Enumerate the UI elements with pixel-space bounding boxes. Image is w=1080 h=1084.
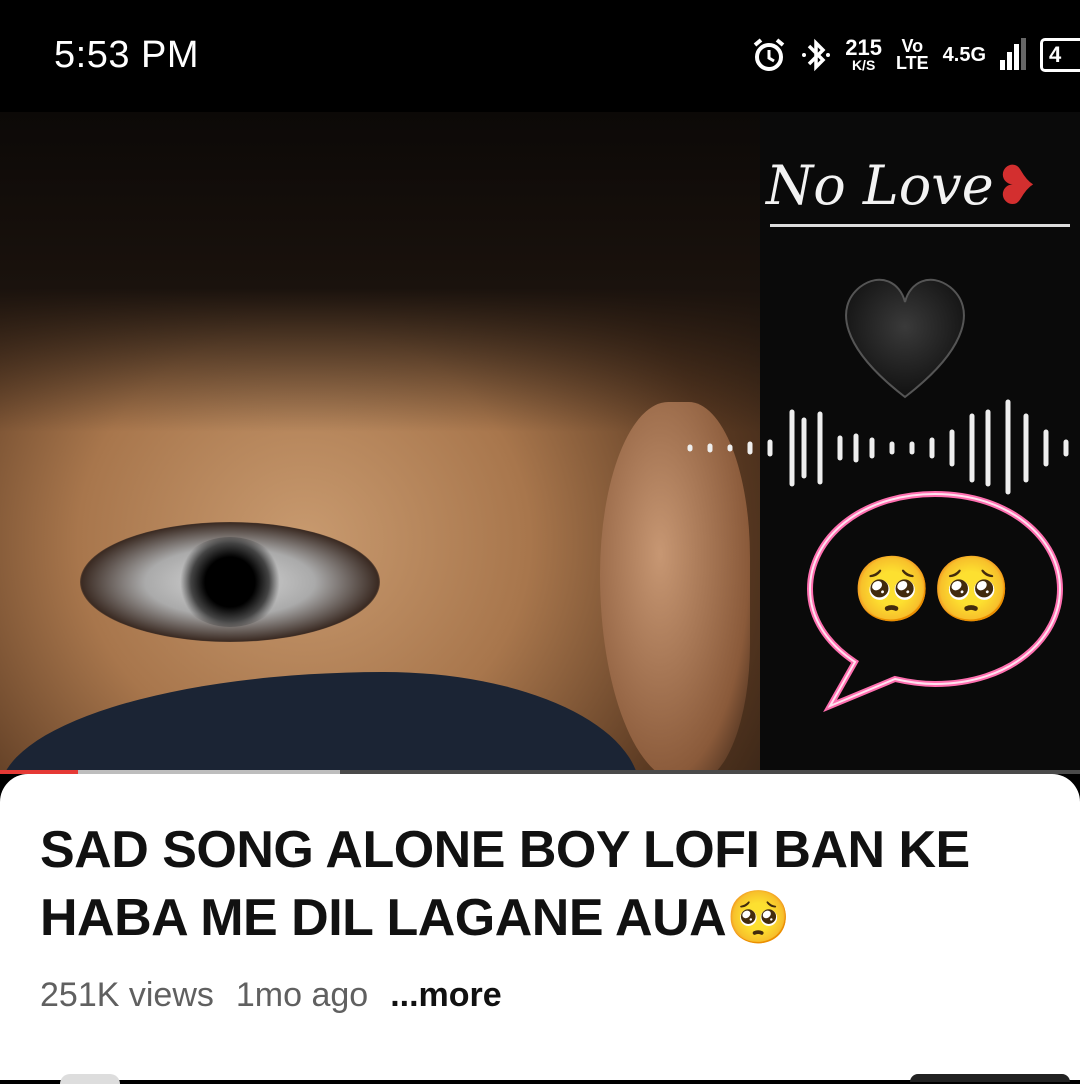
cellular-signal: 4.5G [943, 45, 986, 65]
channel-avatar-peek[interactable] [60, 1074, 120, 1084]
hair-illustration [0, 112, 760, 432]
pleading-face-emojis: 🥺🥺 [852, 553, 1012, 625]
alarm-icon [751, 37, 787, 73]
volte-indicator: Vo LTE [895, 37, 929, 73]
bluetooth-icon [801, 36, 831, 74]
more-link[interactable]: ...more [390, 976, 501, 1015]
upload-age: 1mo ago [235, 976, 369, 1014]
thumbnail-overlay-text: No Love❥ [766, 154, 1039, 217]
view-count: 251K views [40, 976, 214, 1014]
status-time: 5:53 PM [54, 34, 200, 76]
video-info-panel: SAD SONG ALONE BOY LOFI BAN KE HABA ME D… [0, 774, 1080, 1084]
overlay-text: No Love [766, 154, 994, 217]
status-bar: 5:53 PM 215 K/S Vo LTE 4.5G 4 [0, 0, 1080, 112]
overlay-underline [770, 224, 1070, 227]
video-thumbnail[interactable]: No Love❥ 🥺🥺 [0, 112, 1080, 772]
battery-icon: 4 [1040, 38, 1080, 72]
video-meta: 251K views 1mo ago ...more [40, 976, 502, 1015]
network-speed: 215 K/S [845, 34, 882, 73]
black-heart-icon [845, 278, 965, 399]
subscribe-button-peek[interactable] [910, 1074, 1070, 1082]
status-icons: 215 K/S Vo LTE 4.5G 4 [751, 30, 1080, 80]
broken-heart-icon: ❥ [993, 154, 1040, 217]
pupil-illustration [175, 537, 285, 627]
volte-bottom: LTE [895, 53, 929, 73]
video-title[interactable]: SAD SONG ALONE BOY LOFI BAN KE HABA ME D… [40, 816, 1040, 952]
network-speed-value: 215 [845, 34, 882, 60]
network-type: 4.5G [942, 44, 986, 66]
network-speed-unit: K/S [851, 56, 876, 73]
signal-bars-icon [1000, 38, 1026, 72]
